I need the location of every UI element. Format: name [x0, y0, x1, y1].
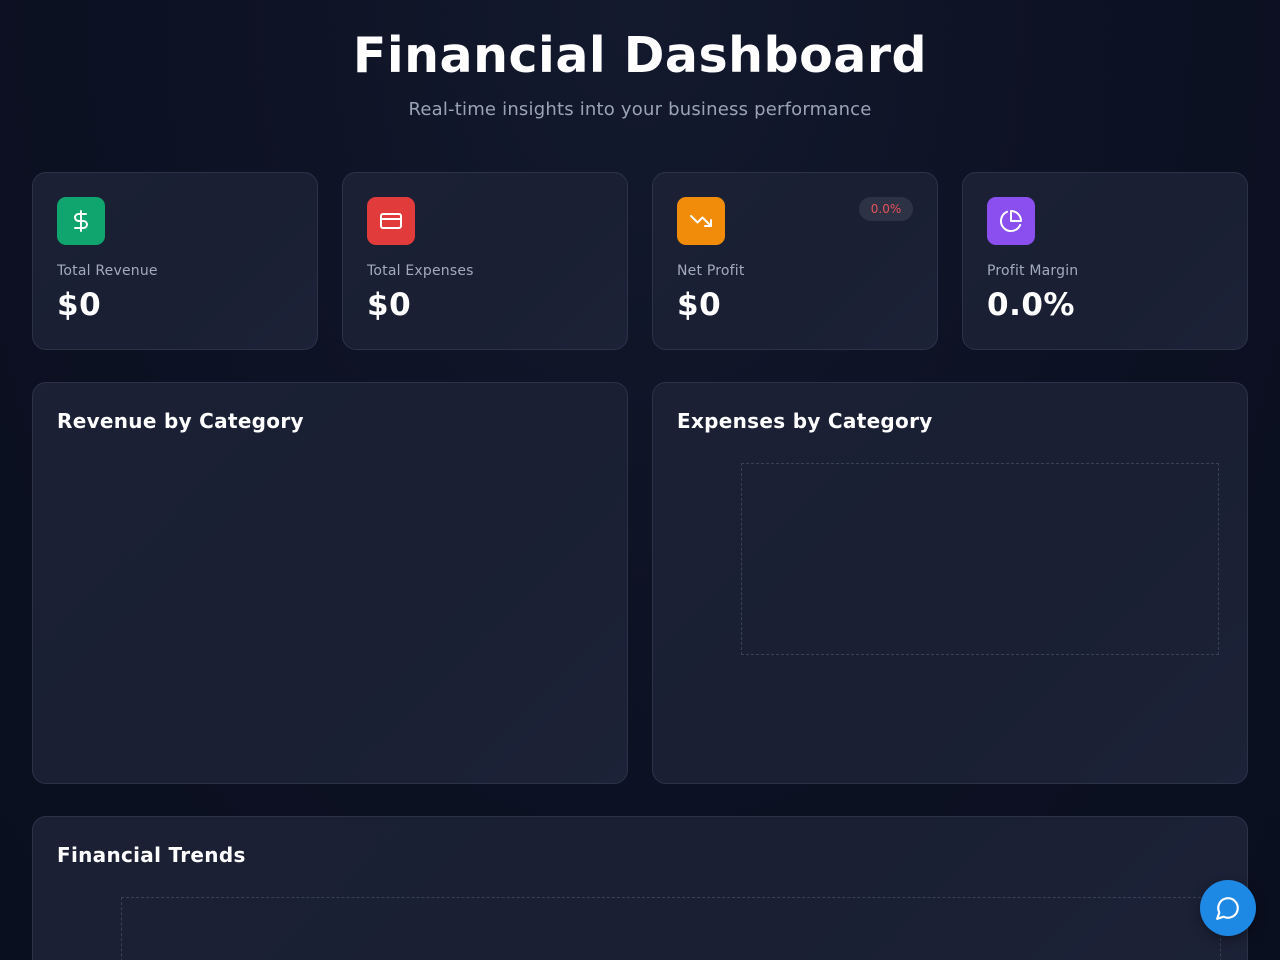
stat-card-total-revenue: Total Revenue $0: [32, 172, 318, 350]
expenses-plot-area: [741, 463, 1219, 655]
stat-label: Total Revenue: [57, 263, 158, 279]
stat-value: $0: [677, 287, 722, 323]
revenue-by-category-card: Revenue by Category: [32, 382, 628, 784]
stat-label: Total Expenses: [367, 263, 474, 279]
trends-plot-area: [121, 897, 1221, 960]
stat-card-profit-margin: Profit Margin 0.0%: [962, 172, 1248, 350]
stat-card-net-profit: 0.0% Net Profit $0: [652, 172, 938, 350]
credit-card-icon: [367, 197, 415, 245]
chart-title: Expenses by Category: [677, 409, 933, 433]
financial-trends-card: Financial Trends: [32, 816, 1248, 960]
revenue-chart-area: [57, 453, 605, 759]
chart-title: Revenue by Category: [57, 409, 304, 433]
stat-value: $0: [57, 287, 102, 323]
chat-bubble-icon: [1216, 897, 1239, 920]
page-title: Financial Dashboard: [352, 27, 928, 84]
change-badge: 0.0%: [859, 197, 913, 221]
stat-value: 0.0%: [987, 287, 1075, 323]
stat-label: Net Profit: [677, 263, 745, 279]
pie-chart-icon: [987, 197, 1035, 245]
page-subtitle: Real-time insights into your business pe…: [408, 99, 872, 120]
dollar-icon: [57, 197, 105, 245]
chat-button[interactable]: [1200, 880, 1256, 936]
expenses-by-category-card: Expenses by Category: [652, 382, 1248, 784]
trending-down-icon: [677, 197, 725, 245]
chart-title: Financial Trends: [57, 843, 246, 867]
stat-label: Profit Margin: [987, 263, 1079, 279]
stat-card-total-expenses: Total Expenses $0: [342, 172, 628, 350]
stat-value: $0: [367, 287, 412, 323]
